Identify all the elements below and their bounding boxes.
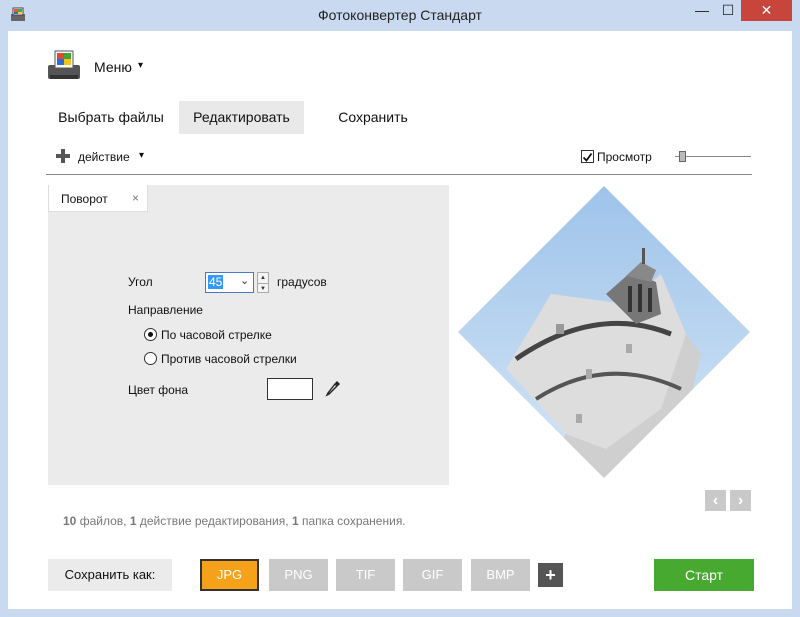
chevron-right-icon: › [737,492,744,509]
image-preview [456,184,752,480]
status-summary: 10 файлов, 1 действие редактирования, 1 … [63,514,406,528]
toolbar-divider [46,174,752,175]
direction-label: Направление [128,303,203,317]
tab-save[interactable]: Сохранить [326,101,420,134]
rotate-tab[interactable]: Поворот × [48,185,148,212]
chevron-down-icon: ▾ [139,150,145,161]
maximize-button[interactable]: ☐ [715,0,741,21]
bg-color-swatch[interactable] [267,378,313,400]
chevron-down-icon: ⌄ [240,275,250,287]
files-count: 10 [63,514,77,528]
menu-label: Меню [94,59,132,75]
radio-selected-dot [148,332,153,337]
tab-select-files[interactable]: Выбрать файлы [56,101,166,134]
preview-checkbox[interactable] [581,150,594,163]
format-png-button[interactable]: PNG [269,559,328,591]
save-as-label: Сохранить как: [48,559,172,591]
app-window: Фотоконвертер Стандарт — ☐ ✕ Меню ▾ Выбр… [0,0,800,617]
zoom-slider-thumb[interactable] [679,151,686,162]
files-text: файлов, [79,514,127,528]
previous-image-button[interactable]: ‹ [705,490,726,511]
close-icon: ✕ [760,2,773,18]
add-format-button[interactable]: + [538,563,563,587]
close-icon[interactable]: × [132,191,139,205]
radio-counterclockwise[interactable] [144,352,157,365]
folders-count: 1 [291,514,299,528]
format-tif-button[interactable]: TIF [336,559,395,591]
checkmark-icon [582,152,593,162]
add-action-label: действие [78,150,130,164]
chevron-down-icon: ▾ [138,60,144,71]
radio-clockwise[interactable] [144,328,157,341]
preview-label: Просмотр [597,150,652,164]
printer-photo-icon [48,50,80,79]
title-bar[interactable]: Фотоконвертер Стандарт — ☐ ✕ [0,0,800,31]
format-gif-button[interactable]: GIF [403,559,462,591]
radio-clockwise-label[interactable]: По часовой стрелке [161,328,272,342]
actions-count: 1 [129,514,137,528]
eyedropper-icon[interactable] [323,378,343,400]
rotate-tab-label: Поворот [61,192,108,206]
plus-icon: + [545,565,556,585]
format-jpg-button[interactable]: JPG [200,559,259,591]
client-area: Меню ▾ Выбрать файлы Редактировать Сохра… [8,31,792,609]
plus-icon [56,149,70,163]
angle-unit-label: градусов [277,275,327,289]
close-button[interactable]: ✕ [741,0,792,21]
format-bmp-button[interactable]: BMP [471,559,530,591]
minimize-icon: — [695,2,709,18]
bg-color-label: Цвет фона [128,383,189,397]
folders-text: папка сохранения. [301,514,406,528]
rotated-photo-preview [458,186,750,478]
angle-stepper[interactable]: ▲ ▼ [257,272,269,293]
zoom-slider-track [675,156,751,157]
stepper-up-icon[interactable]: ▲ [258,273,268,283]
start-button[interactable]: Старт [654,559,754,591]
radio-counterclockwise-label[interactable]: Против часовой стрелки [161,352,297,366]
maximize-icon: ☐ [721,2,735,18]
angle-select[interactable]: 45 ⌄ [205,272,254,293]
angle-label: Угол [128,275,153,289]
tab-edit[interactable]: Редактировать [179,101,304,134]
angle-value: 45 [208,275,224,289]
chevron-left-icon: ‹ [712,492,719,509]
zoom-slider[interactable] [675,149,751,165]
window-title: Фотоконвертер Стандарт [318,7,482,23]
actions-text: действие редактирования, [139,514,289,528]
next-image-button[interactable]: › [730,490,751,511]
stepper-down-icon[interactable]: ▼ [258,283,268,293]
minimize-button[interactable]: — [689,0,715,21]
